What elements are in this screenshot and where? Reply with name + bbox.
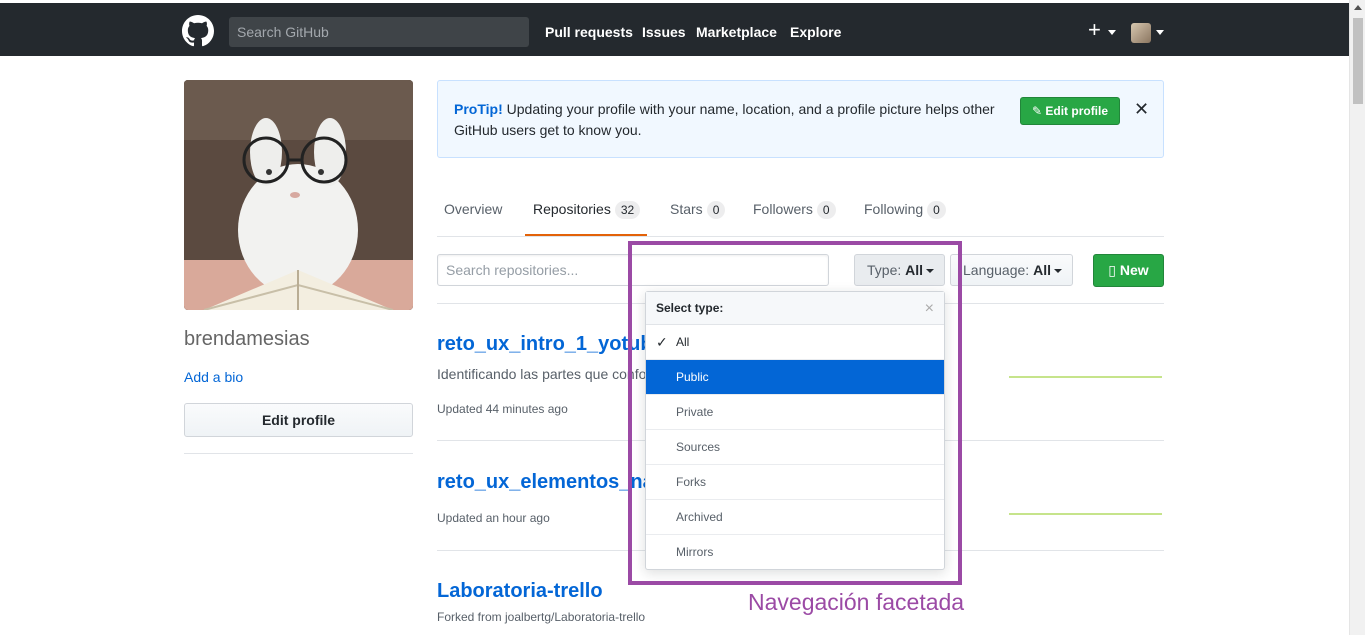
tab-following[interactable]: Following 0 bbox=[864, 201, 946, 219]
language-filter-value: All bbox=[1033, 262, 1051, 278]
github-logo-icon[interactable] bbox=[182, 15, 214, 47]
protip-edit-profile-label: Edit profile bbox=[1045, 104, 1109, 118]
repo-updated: Updated an hour ago bbox=[437, 511, 550, 525]
tab-label: Repositories bbox=[533, 201, 611, 217]
chevron-down-icon bbox=[1053, 269, 1062, 274]
annotation-label: Navegación facetada bbox=[748, 589, 965, 615]
annotation-highlight-box bbox=[628, 241, 962, 585]
tab-label: Followers bbox=[753, 201, 813, 217]
new-repo-label: New bbox=[1119, 262, 1149, 278]
nav-explore[interactable]: Explore bbox=[790, 24, 841, 40]
activity-sparkline bbox=[1009, 376, 1162, 378]
pencil-icon: ✎ bbox=[1031, 104, 1043, 118]
top-navbar: Search GitHub Pull requests Issues Marke… bbox=[0, 0, 1349, 56]
bunny-photo bbox=[184, 80, 413, 310]
protip-message: Updating your profile with your name, lo… bbox=[454, 101, 995, 138]
repo-description: Identificando las partes que confo bbox=[437, 366, 647, 382]
tab-overview[interactable]: Overview bbox=[444, 201, 502, 217]
protip-edit-profile-button[interactable]: ✎ Edit profile bbox=[1020, 97, 1120, 125]
selected-tab-underline bbox=[525, 234, 647, 236]
create-new-icon[interactable]: + bbox=[1088, 19, 1101, 41]
add-bio-link[interactable]: Add a bio bbox=[184, 369, 243, 385]
tab-counter: 32 bbox=[614, 201, 641, 219]
tab-repositories[interactable]: Repositories 32 bbox=[533, 201, 641, 219]
tab-counter: 0 bbox=[816, 201, 836, 219]
divider bbox=[184, 453, 413, 454]
tab-counter: 0 bbox=[706, 201, 726, 219]
scrollbar-thumb[interactable] bbox=[1353, 18, 1363, 104]
repo-updated: Updated 44 minutes ago bbox=[437, 402, 568, 416]
header-avatar[interactable] bbox=[1131, 23, 1151, 43]
tab-label: Stars bbox=[670, 201, 703, 217]
language-filter-label: Language: bbox=[963, 262, 1030, 278]
language-filter-button[interactable]: Language: All bbox=[950, 254, 1073, 286]
header-search-input[interactable]: Search GitHub bbox=[229, 17, 529, 47]
tab-stars[interactable]: Stars 0 bbox=[670, 201, 726, 219]
nav-pull-requests[interactable]: Pull requests bbox=[545, 24, 633, 40]
tab-counter: 0 bbox=[927, 201, 946, 219]
new-repo-button[interactable]: ▯ New bbox=[1093, 254, 1164, 287]
page-scrollbar[interactable] bbox=[1349, 0, 1365, 635]
nav-marketplace[interactable]: Marketplace bbox=[696, 24, 777, 40]
chevron-down-icon[interactable] bbox=[1156, 30, 1164, 35]
tab-label: Overview bbox=[444, 201, 503, 217]
protip-text: ProTip! Updating your profile with your … bbox=[454, 99, 1014, 141]
scroll-up-icon[interactable] bbox=[1354, 5, 1362, 10]
tab-followers[interactable]: Followers 0 bbox=[753, 201, 836, 219]
protip-banner: ProTip! Updating your profile with your … bbox=[437, 80, 1164, 158]
protip-label: ProTip! bbox=[454, 101, 503, 117]
profile-username: brendamesias bbox=[184, 328, 310, 350]
edit-profile-button[interactable]: Edit profile bbox=[184, 403, 413, 437]
repo-icon: ▯ bbox=[1108, 262, 1117, 278]
profile-tabs: Overview Repositories 32 Stars 0 Followers… bbox=[437, 188, 1164, 237]
repo-fork-source: Forked from joalbertg/Laboratoria-trello bbox=[437, 610, 646, 624]
profile-avatar bbox=[184, 80, 413, 310]
activity-sparkline bbox=[1009, 513, 1162, 515]
nav-issues[interactable]: Issues bbox=[642, 24, 686, 40]
close-icon[interactable]: ✕ bbox=[1134, 99, 1149, 120]
tab-label: Following bbox=[864, 201, 924, 217]
repo-link[interactable]: Laboratoria-trello bbox=[437, 580, 603, 603]
chevron-down-icon[interactable] bbox=[1108, 30, 1116, 35]
